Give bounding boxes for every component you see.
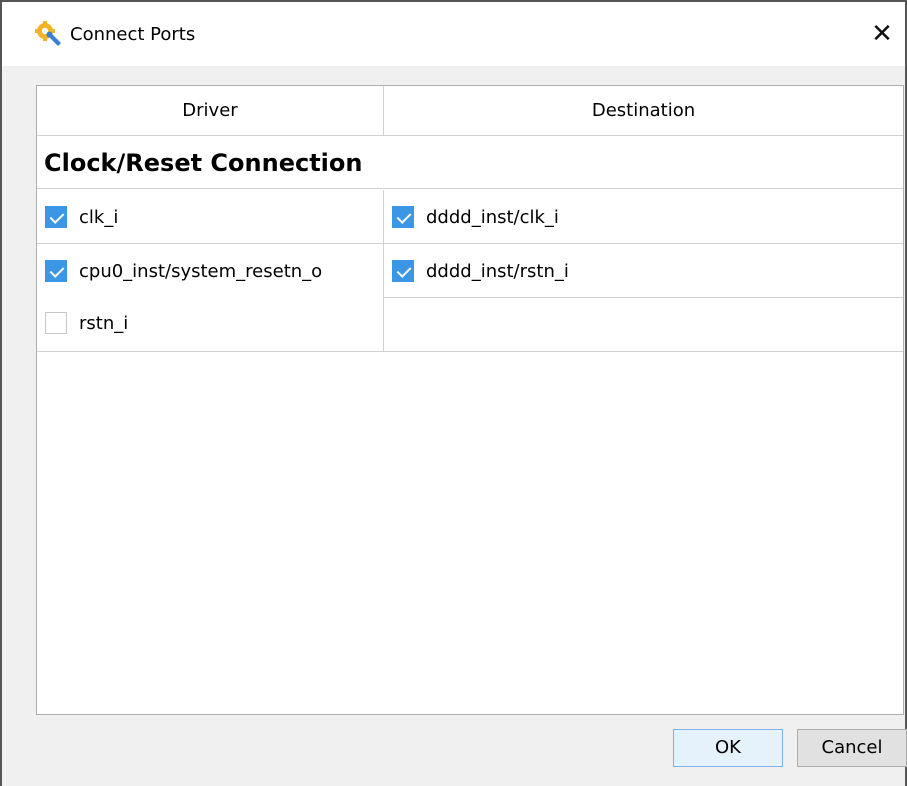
driver-label: rstn_i — [79, 312, 129, 334]
table-row-destination-empty — [384, 298, 903, 352]
driver-item-reset: cpu0_inst/system_resetn_o — [45, 256, 322, 286]
driver-checkbox[interactable] — [45, 260, 67, 282]
destination-item-rstn: dddd_inst/rstn_i — [392, 256, 569, 286]
connection-table: Driver Destination Clock/Reset Connectio… — [36, 85, 904, 715]
close-icon: ✕ — [871, 19, 893, 49]
driver-label: cpu0_inst/system_resetn_o — [79, 260, 323, 282]
dialog-title: Connect Ports — [70, 24, 196, 45]
cancel-button[interactable]: Cancel — [797, 729, 907, 767]
destination-item-clk: dddd_inst/clk_i — [392, 202, 559, 232]
destination-label: dddd_inst/rstn_i — [426, 260, 569, 282]
section-title: Clock/Reset Connection — [37, 137, 903, 189]
destination-checkbox[interactable] — [392, 260, 414, 282]
connect-ports-dialog: Connect Ports ✕ Driver Destination Clock… — [0, 0, 907, 786]
ok-button[interactable]: OK — [673, 729, 783, 767]
table-row-driver-cell: cpu0_inst/system_resetn_o rstn_i — [37, 244, 384, 352]
gear-wrench-icon — [35, 21, 61, 46]
driver-item-rstn: rstn_i — [45, 308, 128, 338]
title-bar: Connect Ports ✕ — [2, 2, 905, 66]
destination-checkbox[interactable] — [392, 206, 414, 228]
driver-label: clk_i — [79, 206, 119, 228]
table-row-driver-cell: clk_i — [37, 190, 384, 244]
driver-checkbox[interactable] — [45, 206, 67, 228]
table-row-destination-cell: dddd_inst/clk_i — [384, 190, 903, 244]
driver-item-clk: clk_i — [45, 202, 118, 232]
column-header-destination[interactable]: Destination — [384, 86, 903, 136]
driver-checkbox[interactable] — [45, 312, 67, 334]
destination-label: dddd_inst/clk_i — [426, 206, 559, 228]
table-row-destination-cell: dddd_inst/rstn_i — [384, 244, 903, 298]
column-header-driver[interactable]: Driver — [37, 86, 384, 136]
close-button[interactable]: ✕ — [859, 2, 905, 66]
